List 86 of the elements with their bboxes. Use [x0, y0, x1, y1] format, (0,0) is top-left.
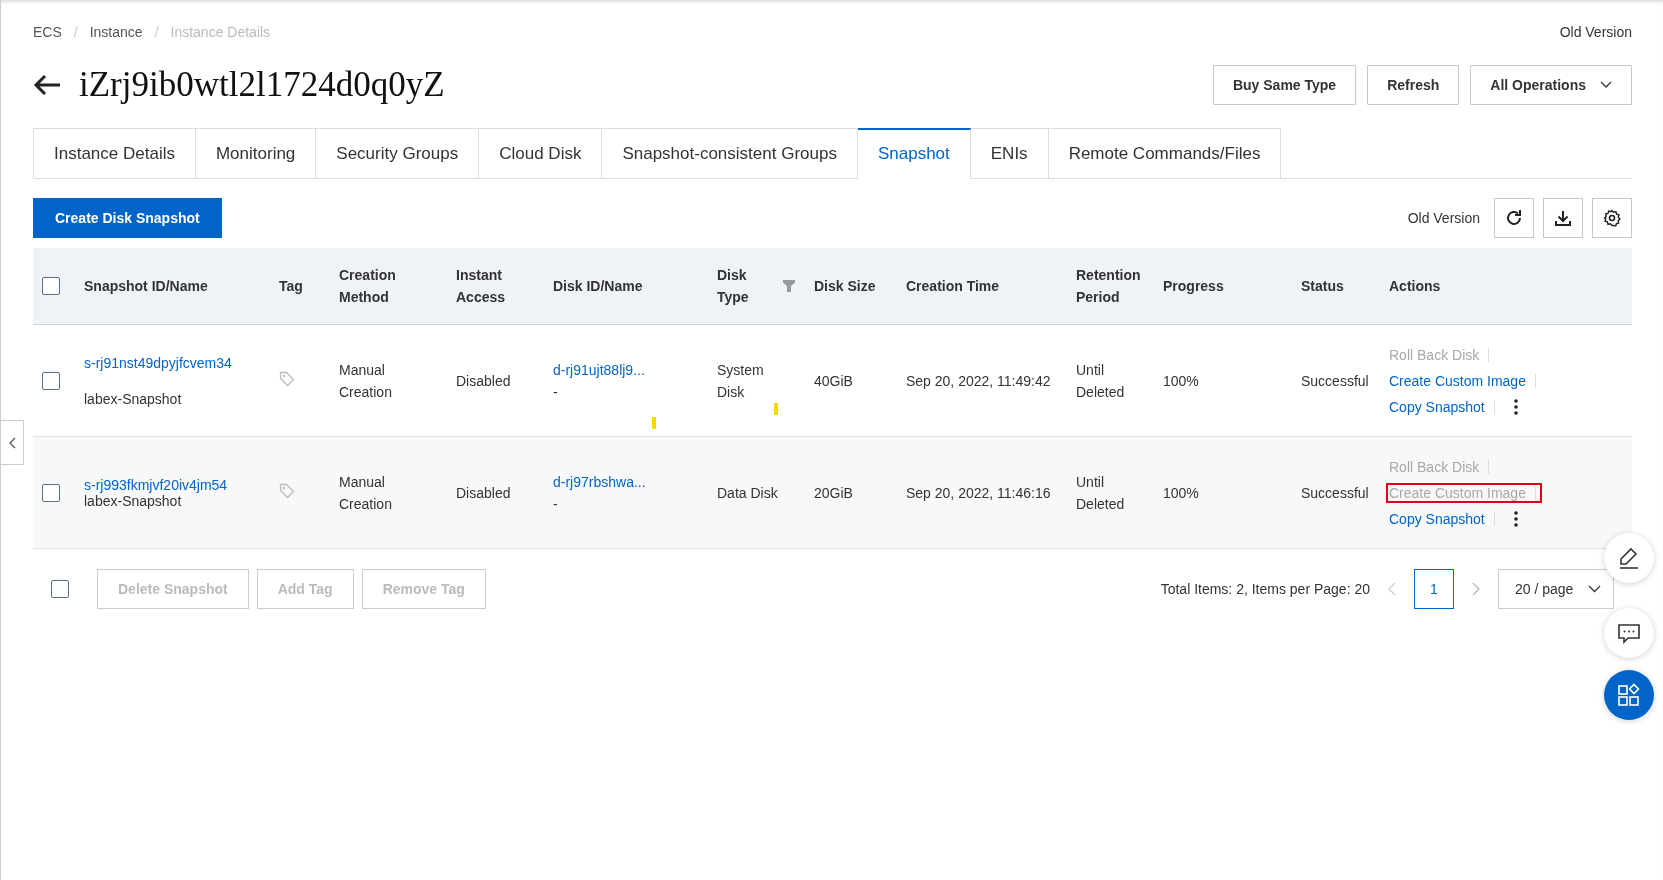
instance-title: iZrj9ib0wtl2l1724d0q0yZ — [79, 65, 445, 105]
action-link[interactable]: Copy Snapshot — [1389, 510, 1485, 527]
snapshot-name: labex-Snapshot — [84, 492, 182, 509]
table-cell-text: Successful — [1300, 483, 1370, 503]
table-cell-text: - — [553, 382, 559, 402]
column-header: Retention Period — [1075, 266, 1142, 307]
breadcrumb-separator: / — [154, 24, 159, 40]
old-version-link[interactable]: Old Version — [1559, 24, 1632, 40]
disk-id-link[interactable]: d-rj97rbshwa... — [553, 470, 708, 493]
more-icon[interactable] — [1513, 510, 1518, 527]
tab[interactable]: Security Groups — [316, 128, 480, 179]
settings-icon — [1603, 209, 1621, 227]
checkbox[interactable] — [51, 580, 69, 598]
back-arrow-icon[interactable] — [33, 74, 61, 96]
apps-icon — [1617, 683, 1641, 707]
column-header: Snapshot ID/Name — [83, 277, 209, 296]
header-button[interactable]: Buy Same Type — [1212, 65, 1357, 105]
breadcrumb-item: Instance Details — [170, 24, 271, 40]
feedback-button[interactable] — [1604, 608, 1654, 658]
table-cell-text: 40GiB — [813, 371, 854, 391]
header-button[interactable]: All Operations — [1470, 65, 1632, 105]
table-cell-text: Sep 20, 2022, 11:46:16 — [905, 483, 1052, 503]
column-header: Creation Method — [338, 266, 397, 307]
table-cell-text: 100% — [1162, 483, 1200, 503]
table-cell-text: Successful — [1300, 371, 1370, 391]
column-header: Tag — [278, 277, 304, 296]
tab[interactable]: ENIs — [970, 128, 1049, 179]
tab[interactable]: Monitoring — [195, 128, 317, 179]
table-cell: System Disk — [708, 358, 787, 403]
more-icon[interactable] — [1513, 398, 1518, 415]
filter-icon[interactable] — [783, 280, 795, 292]
pencil-icon — [1617, 546, 1641, 570]
snapshot-name: labex-Snapshot — [84, 390, 183, 407]
tab[interactable]: Snapshot-consistent Groups — [602, 128, 858, 179]
table-cell-text: 20GiB — [813, 483, 854, 503]
download-icon — [1554, 209, 1572, 227]
table-cell-text: Manual Creation — [338, 360, 393, 402]
create-snapshot-button[interactable]: Create Disk Snapshot — [33, 198, 222, 238]
tab[interactable]: Instance Details — [33, 128, 196, 179]
pagination-summary: Total Items: 2, Items per Page: 20 — [1160, 581, 1370, 597]
old-version-link[interactable]: Old Version — [1407, 210, 1480, 226]
tab[interactable]: Cloud Disk — [479, 128, 603, 179]
table-cell-text: Until Deleted — [1075, 472, 1126, 514]
tab[interactable]: Remote Commands/Files — [1048, 128, 1282, 179]
column-header: Creation Time — [905, 277, 1001, 296]
download-button[interactable] — [1543, 198, 1583, 238]
chevron-down-icon — [1588, 585, 1601, 593]
column-header: Instant Access — [455, 266, 507, 307]
column-header: Status — [1300, 277, 1345, 296]
action-link[interactable]: Create Custom Image — [1389, 372, 1526, 389]
column-header: Disk Type — [717, 266, 750, 307]
disk-id-link[interactable]: d-rj91ujt88lj9... — [553, 358, 708, 381]
apps-button[interactable] — [1604, 670, 1654, 720]
table-cell-text: Until Deleted — [1075, 360, 1126, 402]
table-cell-text: Data Disk — [716, 483, 779, 503]
column-header: Actions — [1388, 277, 1442, 296]
page-size-select[interactable]: 20 / page — [1498, 569, 1614, 609]
breadcrumb-separator: / — [73, 24, 78, 40]
chevron-left-icon — [8, 436, 16, 449]
snapshot-id-link[interactable]: s-rj993fkmjvf20iv4jm54 — [84, 476, 270, 493]
table-cell-text: Disabled — [455, 371, 512, 391]
header-button[interactable]: Refresh — [1367, 65, 1460, 105]
column-header: Progress — [1162, 277, 1225, 296]
column-header: Disk ID/Name — [552, 277, 644, 296]
checkbox[interactable] — [42, 277, 60, 295]
chat-icon — [1617, 621, 1641, 645]
table-cell-text: 100% — [1162, 371, 1200, 391]
checkbox[interactable] — [42, 371, 60, 390]
breadcrumb-item[interactable]: Instance — [89, 24, 143, 40]
table-cell-text: Manual Creation — [338, 472, 393, 514]
tab[interactable]: Snapshot — [857, 128, 971, 179]
page-button[interactable]: 1 — [1414, 569, 1454, 609]
action-link[interactable]: Copy Snapshot — [1389, 398, 1485, 415]
settings-button[interactable] — [1592, 198, 1632, 238]
table-cell-text: Disabled — [455, 483, 512, 503]
breadcrumb-item[interactable]: ECS — [33, 24, 62, 40]
column-header: Disk Size — [813, 277, 877, 296]
checkbox[interactable] — [42, 483, 60, 502]
edit-button[interactable] — [1604, 533, 1654, 583]
highlight-mark — [774, 402, 778, 415]
chevron-down-icon — [1600, 81, 1612, 89]
table-cell-text: - — [553, 494, 559, 514]
table-cell-text: Sep 20, 2022, 11:49:42 — [905, 371, 1052, 391]
snapshot-id-link[interactable]: s-rj91nst49dpyjfcvem34 — [84, 354, 270, 371]
refresh-icon — [1505, 209, 1523, 227]
refresh-button[interactable] — [1494, 198, 1534, 238]
